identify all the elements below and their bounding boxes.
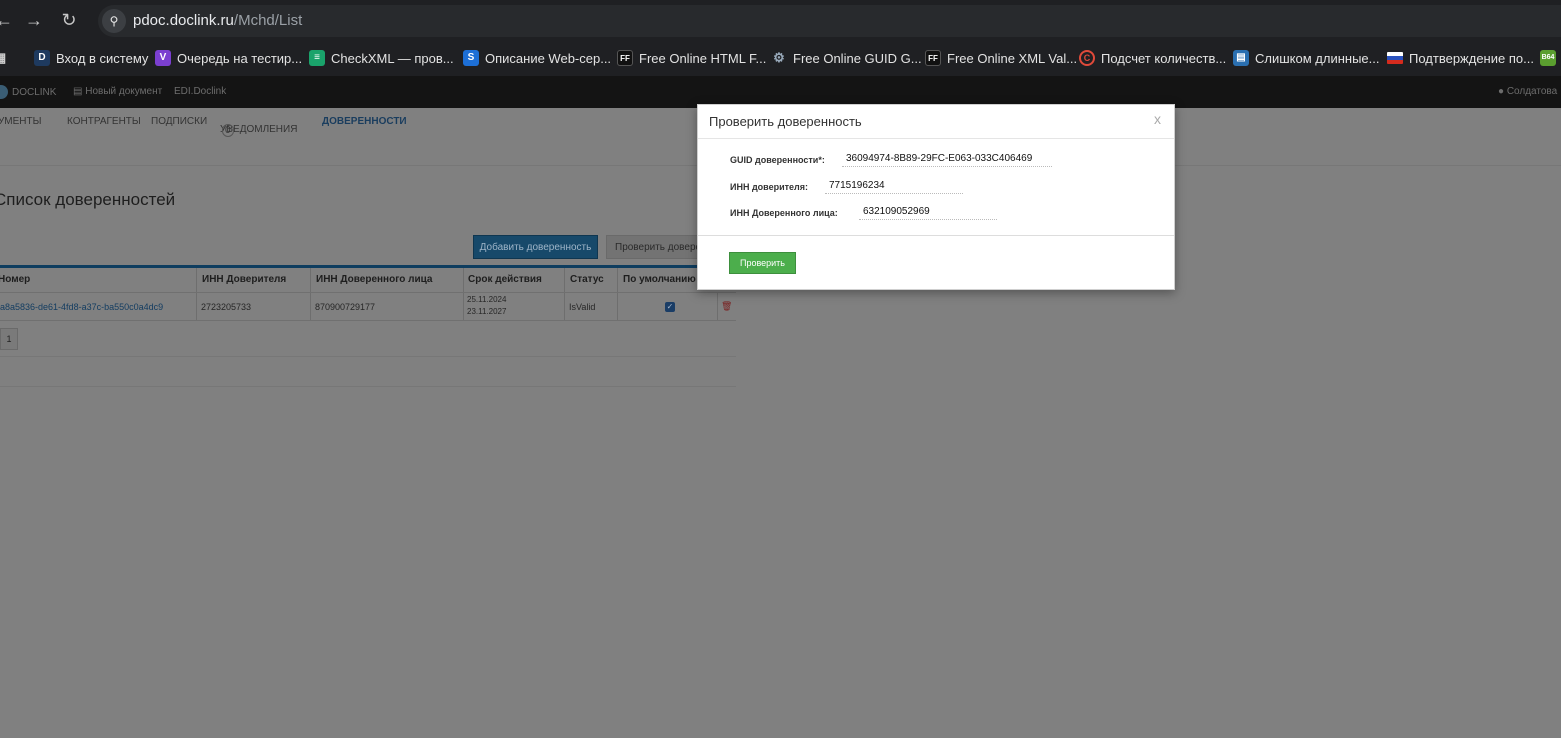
bookmarks-bar: ▦ DВход в систему VОчередь на тестир... … [0, 40, 1561, 76]
guid-field[interactable] [842, 151, 1052, 167]
russian-flag-icon [1387, 52, 1403, 64]
poa-table: Номер ИНН Доверителя ИНН Доверенного лиц… [0, 265, 736, 321]
bookmark-6[interactable]: FF Free Online XML Val... [925, 49, 1077, 67]
col-sep [617, 268, 618, 292]
tab-poa[interactable]: ДОВЕРЕННОСТИ [322, 116, 407, 127]
close-icon[interactable]: x [1154, 111, 1161, 127]
browser-toolbar: ← → ↻ ⚲ pdoc.doclink.ru/Mchd/List [0, 0, 1561, 40]
col-sep [196, 268, 197, 292]
bookmark-8[interactable]: ▤ Слишком длинные... [1233, 49, 1379, 67]
url-text[interactable]: pdoc.doclink.ru/Mchd/List [133, 12, 302, 29]
apps-icon[interactable]: ▦ [0, 49, 8, 67]
document-icon: ▤ [73, 86, 83, 97]
bookmark-7[interactable]: C Подсчет количеств... [1079, 49, 1226, 67]
inn-attorney-field[interactable] [859, 204, 997, 220]
divider [0, 356, 736, 357]
cell-status: IsValid [569, 302, 596, 312]
col-sep [617, 293, 618, 320]
default-checkbox[interactable]: ✓ [665, 302, 675, 312]
col-sep [463, 293, 464, 320]
dialog-divider [698, 235, 1174, 236]
reload-icon[interactable]: ↻ [59, 10, 79, 30]
brand[interactable]: DOCLINK [0, 85, 56, 99]
col-inn-attorney[interactable]: ИНН Доверенного лица [316, 274, 432, 285]
bookmark-icon: ⚙ [773, 50, 785, 65]
cell-valid-to: 23.11.2027 [467, 307, 507, 316]
divider [0, 386, 736, 387]
bookmark-icon: V [155, 50, 171, 66]
new-document-link[interactable]: ▤ Новый документ [73, 86, 162, 97]
doclink-logo-icon [0, 85, 8, 99]
cell-inn-principal: 2723205733 [201, 302, 252, 312]
bookmark-icon: ≡ [309, 50, 325, 66]
bookmark-icon: S [463, 50, 479, 66]
trash-icon[interactable]: 🗑 [721, 301, 732, 312]
col-sep [196, 293, 197, 320]
bookmark-icon: D [34, 50, 50, 66]
col-validity[interactable]: Срок действия [468, 274, 542, 285]
poa-number-link[interactable]: a8a5836-de61-4fd8-a37c-ba550c0a4dc9 [0, 302, 163, 312]
col-sep [564, 293, 565, 320]
address-bar[interactable]: ⚲ pdoc.doclink.ru/Mchd/List [98, 5, 1561, 37]
col-status[interactable]: Статус [570, 274, 604, 285]
bookmark-icon: FF [617, 50, 633, 66]
bookmark-icon: ▤ [1233, 50, 1249, 66]
table-header: Номер ИНН Доверителя ИНН Доверенного лиц… [0, 268, 736, 293]
bookmark-0[interactable]: D Вход в систему [34, 49, 148, 67]
user-menu[interactable]: ● Солдатова [1498, 86, 1557, 97]
dialog-header: Проверить доверенность x [698, 105, 1174, 139]
table-row[interactable]: a8a5836-de61-4fd8-a37c-ba550c0a4dc9 2723… [0, 293, 736, 321]
col-sep [463, 268, 464, 292]
bookmark-1[interactable]: V Очередь на тестир... [155, 49, 302, 67]
brand-name: DOCLINK [12, 86, 57, 98]
bookmark-4[interactable]: FF Free Online HTML F... [617, 49, 766, 67]
b64-icon: B64 [1540, 50, 1556, 66]
site-info-icon[interactable]: ⚲ [102, 9, 126, 33]
dialog-title: Проверить доверенность [709, 114, 862, 129]
col-sep [564, 268, 565, 292]
cell-valid-from: 25.11.2024 [467, 295, 507, 304]
cell-inn-attorney: 870900729177 [315, 302, 376, 312]
bookmark-2[interactable]: ≡ CheckXML — пров... [309, 49, 454, 67]
col-sep [310, 293, 311, 320]
forward-icon[interactable]: → [24, 10, 44, 30]
inn-principal-label: ИНН доверителя: [730, 182, 809, 192]
col-number[interactable]: Номер [0, 274, 30, 285]
bookmark-3[interactable]: S Описание Web-сер... [463, 49, 611, 67]
add-poa-button[interactable]: Добавить доверенность [473, 235, 598, 259]
bookmark-icon: C [1079, 50, 1095, 66]
verify-button[interactable]: Проверить [729, 252, 796, 274]
bookmark-icon: FF [925, 50, 941, 66]
notifications-badge: 0 [222, 124, 234, 137]
bookmark-10[interactable]: B64 [1540, 49, 1556, 67]
col-sep [717, 293, 718, 320]
page-title: Список доверенностей [0, 190, 176, 209]
back-icon[interactable]: ← [0, 10, 14, 30]
bookmark-9[interactable]: Подтверждение по... [1387, 49, 1534, 67]
tab-documents[interactable]: КУМЕНТЫ [0, 116, 41, 127]
inn-principal-field[interactable] [825, 178, 963, 194]
user-icon: ● [1498, 86, 1505, 97]
tab-subscriptions[interactable]: ПОДПИСКИ [151, 116, 207, 127]
edi-link[interactable]: EDI.Doclink [174, 86, 226, 97]
col-default[interactable]: По умолчанию [623, 274, 696, 285]
guid-label: GUID доверенности*: [730, 155, 825, 165]
inn-attorney-label: ИНН Доверенного лица: [730, 208, 838, 218]
col-inn-principal[interactable]: ИНН Доверителя [202, 274, 286, 285]
check-poa-dialog: Проверить доверенность x GUID довереннос… [697, 104, 1175, 290]
col-sep [310, 268, 311, 292]
tab-contractors[interactable]: КОНТРАГЕНТЫ [67, 116, 141, 127]
pager-page[interactable]: 1 [0, 328, 18, 350]
bookmark-5[interactable]: ⚙ Free Online GUID G... [771, 49, 921, 67]
